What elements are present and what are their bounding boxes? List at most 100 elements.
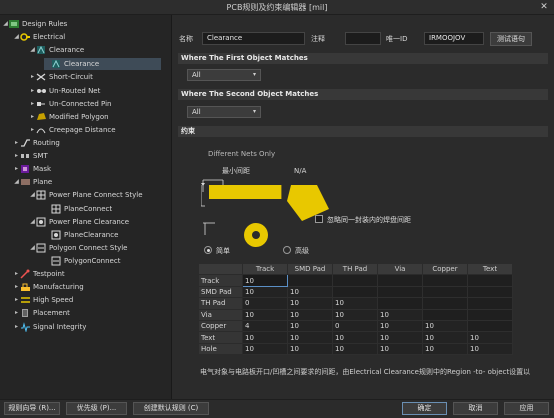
expand-arrow-icon[interactable]: ▸ [13, 294, 20, 306]
expand-arrow-icon[interactable]: ▸ [29, 98, 36, 110]
tree-item-electrical[interactable]: ◢ Electrical [13, 31, 65, 43]
matrix-cell[interactable]: 10 [332, 331, 378, 344]
rule-name-input[interactable]: Clearance [202, 32, 305, 45]
create-default-rules-button[interactable]: 创建默认规则 (C) [133, 402, 209, 415]
collapse-arrow-icon[interactable]: ◢ [29, 189, 36, 201]
matrix-cell [422, 297, 468, 310]
tree-item-label: Un-Routed Net [49, 87, 101, 95]
tree-item-creepage-distance[interactable]: ▸ Creepage Distance [29, 124, 116, 136]
tree-item-plane-connect[interactable]: PlaneConnect [44, 203, 112, 215]
matrix-cell[interactable]: 10 [377, 319, 423, 333]
matrix-cell[interactable]: 10 [332, 297, 378, 310]
matrix-corner [198, 262, 243, 276]
expand-arrow-icon[interactable]: ▸ [29, 71, 36, 83]
collapse-arrow-icon[interactable]: ◢ [29, 216, 36, 228]
expand-arrow-icon[interactable]: ▸ [13, 150, 20, 162]
collapse-arrow-icon[interactable]: ◢ [29, 44, 36, 56]
checkbox-label: 忽略同一封装内的焊盘间距 [327, 216, 411, 224]
min-clearance-value[interactable]: N/A [294, 165, 306, 177]
matrix-cell[interactable]: 10 [422, 342, 468, 356]
tree-item-un-routed-net[interactable]: ▸ Un-Routed Net [29, 85, 100, 97]
rule-wizard-button[interactable]: 规则向导 (R)... [4, 402, 60, 415]
ok-button[interactable]: 确定 [402, 402, 447, 415]
matrix-cell[interactable]: 10 [467, 342, 513, 356]
tree-item-power-plane-clearance[interactable]: ◢ Power Plane Clearance [29, 216, 129, 228]
expand-arrow-icon[interactable]: ▸ [29, 85, 36, 97]
tree-item-modified-polygon[interactable]: ▸ Modified Polygon [29, 111, 109, 123]
matrix-cell[interactable]: 10 [332, 342, 378, 356]
expand-arrow-icon[interactable]: ▸ [29, 111, 36, 123]
expand-arrow-icon[interactable]: ▸ [13, 268, 20, 280]
matrix-cell[interactable]: 10 [242, 308, 288, 321]
second-object-dropdown[interactable]: All ▾ [187, 106, 261, 118]
expand-arrow-icon[interactable]: ▸ [13, 163, 20, 175]
matrix-cell[interactable]: 4 [242, 319, 288, 333]
test-query-button[interactable]: 测试语句 [490, 32, 532, 46]
expand-arrow-icon[interactable]: ▸ [13, 281, 20, 293]
matrix-cell[interactable]: 10 [287, 319, 333, 333]
tree-item-plane[interactable]: ◢ Plane [13, 176, 52, 188]
ignore-same-footprint-pads-checkbox[interactable]: 忽略同一封装内的焊盘间距 [315, 214, 411, 226]
tree-item-smt[interactable]: ▸ SMT [13, 150, 48, 162]
matrix-cell[interactable]: 10 [287, 331, 333, 344]
collapse-arrow-icon[interactable]: ◢ [2, 18, 9, 30]
matrix-cell[interactable]: 10 [242, 331, 288, 344]
clearance-icon [36, 44, 47, 56]
tree-item-routing[interactable]: ▸ Routing [13, 137, 60, 149]
matrix-cell[interactable]: 10 [377, 331, 423, 344]
tree-item-polygon-connect-style[interactable]: ◢ Polygon Connect Style [29, 242, 127, 254]
tree-item-clearance-group[interactable]: ◢ Clearance [29, 44, 84, 56]
tree-item-plane-clearance[interactable]: PlaneClearance [44, 229, 118, 241]
matrix-cell[interactable]: 0 [332, 319, 378, 333]
expand-arrow-icon[interactable]: ▸ [13, 321, 20, 333]
tree-item-un-connected-pin[interactable]: ▸ Un-Connected Pin [29, 98, 111, 110]
radio-unselected-icon[interactable] [283, 246, 291, 254]
matrix-cell[interactable]: 10 [287, 297, 333, 310]
matrix-cell[interactable]: 10 [242, 342, 288, 356]
checkbox-box[interactable] [315, 215, 323, 223]
tree-item-manufacturing[interactable]: ▸ Manufacturing [13, 281, 84, 293]
cancel-button[interactable]: 取消 [453, 402, 498, 415]
matrix-cell[interactable]: 0 [242, 297, 288, 310]
tree-item-polygon-connect[interactable]: PolygonConnect [44, 255, 120, 267]
rules-tree[interactable]: ◢ Design Rules ◢ Electrical ◢ Clearance Cle… [0, 15, 172, 399]
mode-simple-radio[interactable]: 简单 [204, 245, 230, 257]
tree-item-placement[interactable]: ▸ Placement [13, 307, 70, 319]
apply-button[interactable]: 应用 [504, 402, 549, 415]
mode-advanced-radio[interactable]: 高级 [283, 245, 309, 257]
matrix-cell[interactable]: 10 [287, 342, 333, 356]
expand-arrow-icon[interactable]: ▸ [29, 124, 36, 136]
close-icon[interactable]: ✕ [538, 0, 550, 15]
unique-id-input[interactable]: IRMOOJOV [424, 32, 484, 45]
matrix-cell[interactable]: 10 [287, 285, 333, 299]
tree-item-signal-integrity[interactable]: ▸ Signal Integrity [13, 321, 86, 333]
collapse-arrow-icon[interactable]: ◢ [29, 242, 36, 254]
matrix-cell[interactable]: 10 [467, 331, 513, 344]
expand-arrow-icon[interactable]: ▸ [13, 137, 20, 149]
collapse-arrow-icon[interactable]: ◢ [13, 176, 20, 188]
comment-input[interactable] [345, 32, 381, 45]
matrix-cell[interactable]: 10 [287, 308, 333, 321]
tree-item-short-circuit[interactable]: ▸ Short-Circuit [29, 71, 93, 83]
matrix-column-header: SMD Pad [287, 262, 333, 276]
matrix-cell[interactable]: 10 [377, 308, 423, 321]
tree-item-design-rules[interactable]: ◢ Design Rules [2, 18, 67, 30]
first-object-dropdown[interactable]: All ▾ [187, 69, 261, 81]
matrix-cell[interactable]: 10 [377, 342, 423, 356]
clearance-matrix[interactable]: Track SMD Pad TH Pad Via Copper Text Tra… [198, 262, 513, 356]
matrix-cell[interactable]: 10 [332, 308, 378, 321]
radio-selected-icon[interactable] [204, 246, 212, 254]
matrix-cell[interactable]: 10 [422, 319, 468, 333]
collapse-arrow-icon[interactable]: ◢ [13, 31, 20, 43]
tree-item-power-plane-connect-style[interactable]: ◢ Power Plane Connect Style [29, 189, 143, 201]
tree-item-high-speed[interactable]: ▸ High Speed [13, 294, 73, 306]
matrix-cell[interactable]: 10 [422, 331, 468, 344]
priorities-button[interactable]: 优先级 (P)... [66, 402, 127, 415]
expand-arrow-icon[interactable]: ▸ [13, 307, 20, 319]
tree-item-testpoint[interactable]: ▸ Testpoint [13, 268, 65, 280]
matrix-cell[interactable]: 10 [242, 285, 288, 299]
tree-item-mask[interactable]: ▸ Mask [13, 163, 51, 175]
matrix-cell[interactable]: 10 [242, 274, 288, 287]
matrix-cell [377, 297, 423, 310]
tree-item-clearance-rule[interactable]: Clearance [44, 58, 161, 70]
